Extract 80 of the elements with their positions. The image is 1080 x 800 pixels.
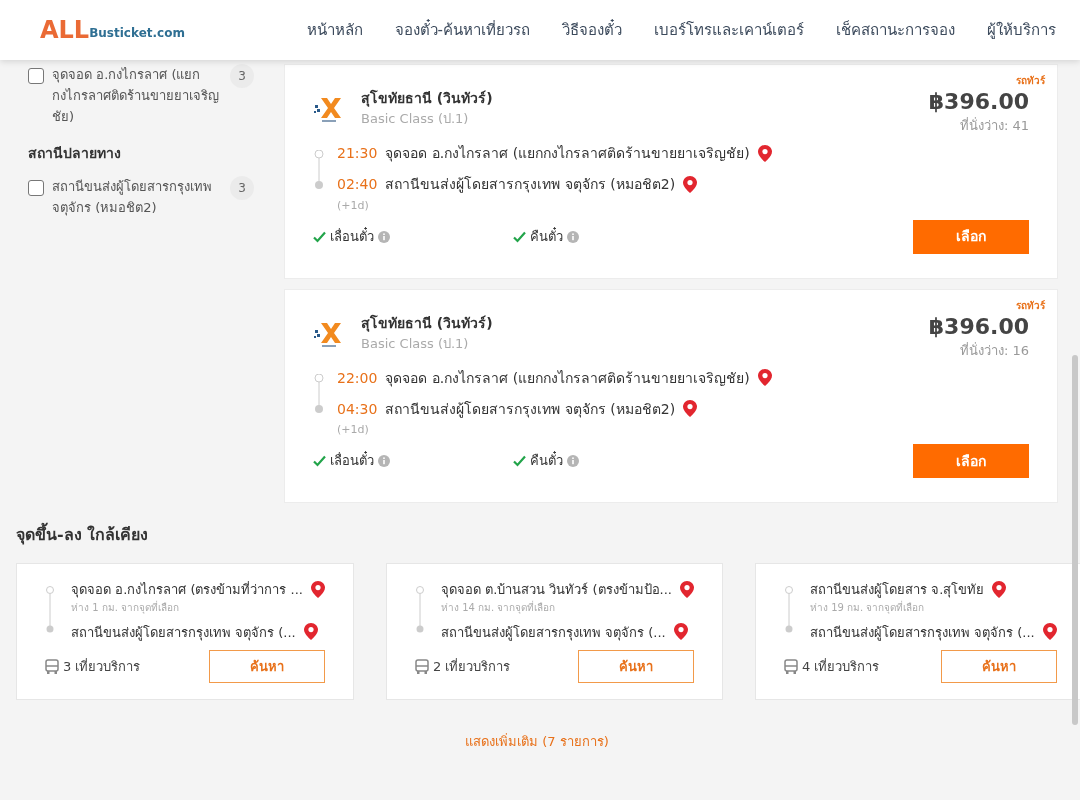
arrival-time: 04:30 <box>337 399 378 419</box>
nav-link[interactable]: เช็คสถานะการจอง <box>836 18 955 42</box>
departure-time: 21:30 <box>337 144 378 163</box>
map-pin-icon <box>1042 623 1057 642</box>
map-pin-icon <box>311 580 325 599</box>
bus-icon <box>45 659 59 674</box>
trip-count: 2 เที่ยวบริการ <box>433 657 511 676</box>
distance-note: ห่าง 14 กม. จากจุดที่เลือก <box>441 599 557 615</box>
arrival-place: สถานีขนส่งผู้โดยสารกรุงเทพ จตุจักร (หมอชิต2) <box>385 175 676 195</box>
route-line-icon <box>784 586 794 634</box>
feature-label: คืนตั๋ว <box>530 451 563 471</box>
bus-type-tag: รถทัวร์ <box>1016 73 1045 88</box>
distance-note: ห่าง 19 กม. จากจุดที่เลือก <box>810 599 926 615</box>
map-pin-icon <box>683 400 698 418</box>
search-button[interactable]: ค้นหา <box>940 650 1057 683</box>
map-pin-icon <box>757 144 772 163</box>
nav-link[interactable]: จองตั๋ว-ค้นหาเที่ยวรถ <box>394 18 530 42</box>
count-badge: 3 <box>230 176 254 200</box>
price: ฿396.00 <box>928 312 1029 341</box>
route-line-icon <box>45 586 55 634</box>
arrival-time: 02:40 <box>337 175 378 194</box>
nav-link[interactable]: ผู้ให้บริการ <box>987 18 1056 42</box>
info-icon[interactable] <box>378 455 390 467</box>
map-pin-icon <box>757 369 772 387</box>
info-icon[interactable] <box>378 230 390 243</box>
nav-link[interactable]: เบอร์โทรและเคาน์เตอร์ <box>654 18 804 42</box>
bus-class: Basic Class (ป.1) <box>361 110 470 128</box>
departure-time: 22:00 <box>337 368 378 388</box>
select-button[interactable]: เลือก <box>913 444 1029 478</box>
operator-name: สุโขทัยธานี (วินทัวร์) <box>361 88 493 109</box>
stop-name: จุดจอด อ.กงไกรลาศ (ตรงข้ามที่ว่าการ ... <box>71 580 303 600</box>
stop-name: จุดจอด ต.บ้านสวน วินทัวร์ (ตรงข้ามป้อ... <box>441 581 672 600</box>
price: ฿396.00 <box>928 88 1029 116</box>
info-icon[interactable] <box>567 230 579 243</box>
stop-name: สถานีขนส่งผู้โดยสารกรุงเทพ จตุจักร (... <box>441 623 666 642</box>
route-line-icon <box>415 586 425 634</box>
stop-name: สถานีขนส่งผู้โดยสารกรุงเทพ จตุจักร (... <box>71 623 296 642</box>
filter-label: สถานีขนส่งผู้โดยสารกรุงเทพ จตุจักร (หมอชิต2) <box>52 178 213 218</box>
map-pin-icon <box>673 623 688 642</box>
count-badge: 3 <box>230 64 254 88</box>
checkbox[interactable] <box>28 68 44 84</box>
section-heading: จุดขึ้น-ลง ใกล้เคียง <box>16 523 1058 547</box>
search-button[interactable]: ค้นหา <box>578 650 694 683</box>
filter-label: จุดจอด อ.กงไกรลาศ (แยกกงไกรลาศติดร้านขายยาเจริญชัย) <box>52 66 220 126</box>
route-line-icon <box>313 149 325 190</box>
bus-icon <box>784 659 798 674</box>
feature-label: เลื่อนตั๋ว <box>330 226 374 246</box>
bus-type-tag: รถทัวร์ <box>1016 297 1045 313</box>
trip-count: 4 เที่ยวบริการ <box>802 657 880 676</box>
select-button[interactable]: เลือก <box>913 219 1029 254</box>
section-heading: สถานีปลายทาง <box>28 144 122 163</box>
nav-link[interactable]: วิธีจองตั๋ว <box>562 18 622 42</box>
bus-class: Basic Class (ป.1) <box>361 334 470 353</box>
show-more-link[interactable]: แสดงเพิ่มเติม (7 รายการ) <box>465 732 609 752</box>
route-line-icon <box>313 374 325 414</box>
trip-count: 3 เที่ยวบริการ <box>63 657 141 676</box>
map-pin-icon <box>303 623 318 642</box>
map-pin-icon <box>992 580 1007 599</box>
day-offset: (+1d) <box>337 424 370 436</box>
seats-available: ที่นั่งว่าง: 41 <box>959 116 1029 135</box>
feature-label: เลื่อนตั๋ว <box>330 451 374 471</box>
operator-name: สุโขทัยธานี (วินทัวร์) <box>361 313 493 334</box>
feature-label: คืนตั๋ว <box>530 226 563 246</box>
map-pin-icon <box>680 580 694 599</box>
stop-name: สถานีขนส่งผู้โดยสารกรุงเทพ จตุจักร (... <box>810 623 1035 642</box>
bus-icon <box>415 659 429 674</box>
arrival-place: สถานีขนส่งผู้โดยสารกรุงเทพ จตุจักร (หมอชิต2) <box>385 399 676 420</box>
departure-place: จุดจอด อ.กงไกรลาศ (แยกกงไกรลาศติดร้านขายยาเจริญชัย) <box>385 368 750 389</box>
info-icon[interactable] <box>567 455 579 467</box>
distance-note: ห่าง 1 กม. จากจุดที่เลือก <box>71 599 181 615</box>
search-button[interactable]: ค้นหา <box>209 650 325 683</box>
checkbox[interactable] <box>28 180 44 196</box>
day-offset: (+1d) <box>337 199 370 212</box>
map-pin-icon <box>683 175 698 194</box>
departure-place: จุดจอด อ.กงไกรลาศ (แยกกงไกรลาศติดร้านขายยาเจริญชัย) <box>385 144 750 164</box>
nav-link[interactable]: หน้าหลัก <box>306 18 363 42</box>
seats-available: ที่นั่งว่าง: 16 <box>959 341 1029 360</box>
scrollbar-thumb[interactable] <box>1072 355 1078 725</box>
stop-name: สถานีขนส่งผู้โดยสาร จ.สุโขทัย <box>810 581 985 600</box>
site-logo[interactable]: ALLBusticket.com <box>40 18 185 42</box>
